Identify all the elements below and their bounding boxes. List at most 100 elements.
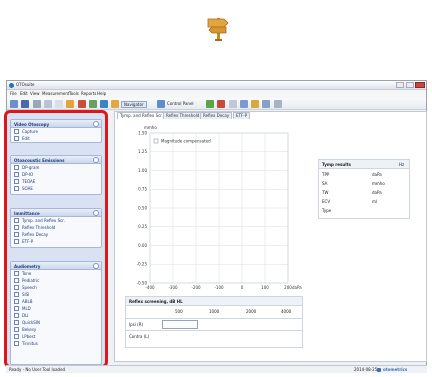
tymp-row-label: TPP — [322, 172, 330, 177]
panel-audiometry: Audiometry Tone Pediatric Speech SISI AB… — [10, 261, 102, 365]
tinnitus-icon — [14, 341, 19, 346]
settings-icon[interactable] — [228, 100, 237, 108]
sidebar-item-quicksin[interactable]: QuickSIN — [11, 319, 101, 326]
sidebar: Video Otoscopy Capture Edit Otoacoustic … — [4, 110, 108, 368]
chart-icon[interactable] — [88, 100, 97, 108]
reflex-row-contra: Contra (L) — [129, 334, 150, 339]
new-session-icon[interactable] — [10, 100, 18, 108]
status-text: Ready - No User Tool loaded — [9, 367, 66, 372]
audiogram-icon[interactable] — [217, 100, 226, 108]
help-icon[interactable] — [55, 100, 64, 108]
collapse-icon[interactable] — [93, 157, 99, 163]
dpgram-icon — [14, 165, 19, 170]
sidebar-item-tone[interactable]: Tone — [11, 270, 101, 277]
print-icon[interactable] — [32, 100, 41, 108]
panel-video-otoscopy: Video Otoscopy Capture Edit — [10, 119, 102, 143]
panel-immittance: Immittance Tymp. and Reflex Scr. Reflex … — [10, 208, 102, 248]
sidebar-item-reflex-threshold[interactable]: Reflex Threshold — [11, 224, 101, 231]
tab-reflex-threshold[interactable]: Reflex Threshold — [163, 112, 203, 119]
tab-tymp-reflex[interactable]: Tymp. and Reflex Scr. — [117, 112, 166, 119]
speech-icon — [14, 285, 19, 290]
sidebar-item-soae[interactable]: SOAE — [11, 185, 101, 192]
control-panel-button[interactable]: Control Panel — [167, 102, 194, 106]
tymp-results-ear: Hz — [399, 162, 405, 167]
collapse-icon[interactable] — [93, 121, 99, 127]
panel-title: Video Otoscopy — [11, 120, 101, 128]
sidebar-item-edit[interactable]: Edit — [11, 135, 101, 142]
report-icon[interactable] — [262, 100, 271, 108]
tymp-row-unit: mmho — [372, 181, 385, 186]
print-report-icon[interactable] — [273, 100, 282, 108]
menu-file[interactable]: File — [10, 92, 17, 96]
close-button[interactable] — [415, 82, 425, 88]
sidebar-item-teoae[interactable]: TEOAE — [11, 178, 101, 185]
reflex-freq: 1000 — [209, 309, 220, 314]
panel-otoacoustic-emissions: Otoacoustic Emissions DP-gram DP-IO TEOA… — [10, 155, 102, 195]
menu-view[interactable]: View — [30, 92, 40, 96]
panel-title: Otoacoustic Emissions — [11, 156, 101, 164]
sidebar-item-ablb[interactable]: ABLB — [11, 298, 101, 305]
reflex-freq: 2000 — [246, 309, 257, 314]
otometrics-logo-icon — [377, 368, 381, 372]
panel-title: Immittance — [11, 209, 101, 217]
tymp-row-label: TW — [322, 190, 329, 195]
ear-icon[interactable] — [206, 100, 214, 108]
tymp-row-label: ECV — [322, 199, 331, 204]
menu-help[interactable]: Help — [97, 92, 106, 96]
mld-icon — [14, 306, 19, 311]
status-bar: Ready - No User Tool loaded 2014-08-25 o… — [6, 365, 427, 373]
save-icon[interactable] — [21, 100, 30, 108]
maximize-button[interactable] — [406, 82, 414, 88]
tools-icon[interactable] — [66, 100, 75, 108]
sidebar-item-capture[interactable]: Capture — [11, 128, 101, 135]
sidebar-item-tinnitus[interactable]: Tinnitus — [11, 340, 101, 347]
reflex-screening-table: Reflex screening, dB HL 500 1000 2000 40… — [125, 296, 303, 348]
panel-title: Audiometry — [11, 262, 101, 270]
sidebar-item-bekesy[interactable]: Bekesy — [11, 326, 101, 333]
menu-tools[interactable]: Tools — [69, 92, 79, 96]
tab-reflex-decay[interactable]: Reflex Decay — [200, 112, 233, 119]
export-icon[interactable] — [251, 100, 260, 108]
title-bar: OTOsuite — [7, 81, 426, 90]
window-title: OTOsuite — [16, 82, 35, 87]
menu-reports[interactable]: Reports — [81, 92, 96, 96]
tymp-icon — [14, 218, 19, 223]
tymp-row-unit: daPa — [372, 190, 382, 195]
collapse-icon[interactable] — [93, 263, 99, 269]
tymp-results-table: Tymp results Hz TPP daPa SA mmho TW daPa… — [318, 159, 410, 219]
sidebar-item-dp-gram[interactable]: DP-gram — [11, 164, 101, 171]
sidebar-item-mld[interactable]: MLD — [11, 305, 101, 312]
tymp-results-title: Tymp results — [322, 162, 351, 167]
minimize-button[interactable] — [396, 82, 404, 88]
ablb-icon — [14, 299, 19, 304]
sidebar-item-pediatric[interactable]: Pediatric — [11, 277, 101, 284]
sidebar-item-sisi[interactable]: SISI — [11, 291, 101, 298]
reflex-freq: 4000 — [281, 309, 292, 314]
sidebar-item-tymp-reflex[interactable]: Tymp. and Reflex Scr. — [11, 217, 101, 224]
tymp-row-unit: daPa — [372, 172, 382, 177]
sidebar-item-reflex-decay[interactable]: Reflex Decay — [11, 231, 101, 238]
collapse-icon[interactable] — [93, 210, 99, 216]
stats-icon[interactable] — [77, 100, 86, 108]
navigator-button[interactable]: Navigator — [121, 101, 147, 108]
sidebar-item-etf-p[interactable]: ETF-P — [11, 238, 101, 245]
soae-icon — [14, 186, 19, 191]
tone-icon — [14, 271, 19, 276]
search-icon[interactable] — [43, 100, 52, 108]
menu-bar: File Edit View Measurement Tools Reports… — [7, 90, 426, 98]
sidebar-item-dli[interactable]: DLI — [11, 312, 101, 319]
tymp-row-unit: ml — [372, 199, 378, 204]
sidebar-item-lpbest[interactable]: LPbest — [11, 333, 101, 340]
lpbest-icon — [14, 334, 19, 339]
tab-etf-p[interactable]: ETF-P — [233, 112, 251, 119]
navigator-icon — [111, 100, 119, 108]
menu-measurement[interactable]: Measurement — [42, 92, 69, 96]
refresh-icon[interactable] — [239, 100, 248, 108]
sidebar-item-dp-io[interactable]: DP-IO — [11, 171, 101, 178]
reflex-row-ipsi: Ipsi (R) — [129, 322, 144, 327]
info-icon[interactable] — [100, 100, 109, 108]
toolbar: Navigator Control Panel — [7, 98, 426, 110]
menu-edit[interactable]: Edit — [20, 92, 28, 96]
reflex-cell[interactable] — [162, 320, 198, 329]
sidebar-item-speech[interactable]: Speech — [11, 284, 101, 291]
